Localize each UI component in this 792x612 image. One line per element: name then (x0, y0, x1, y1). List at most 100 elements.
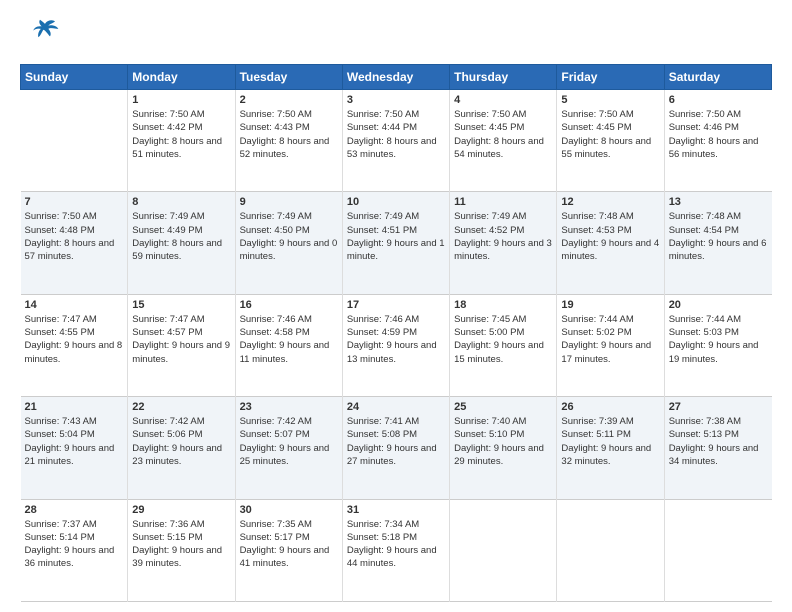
sunset: Sunset: 4:51 PM (347, 225, 417, 236)
daylight: Daylight: 9 hours and 11 minutes. (240, 340, 330, 364)
calendar-cell: 29 Sunrise: 7:36 AM Sunset: 5:15 PM Dayl… (128, 499, 235, 601)
day-number: 20 (669, 299, 768, 311)
daylight: Daylight: 8 hours and 54 minutes. (454, 136, 544, 160)
day-info: Sunrise: 7:36 AM Sunset: 5:15 PM Dayligh… (132, 518, 230, 571)
day-info: Sunrise: 7:49 AM Sunset: 4:49 PM Dayligh… (132, 210, 230, 263)
calendar-cell: 17 Sunrise: 7:46 AM Sunset: 4:59 PM Dayl… (342, 294, 449, 396)
calendar-cell: 25 Sunrise: 7:40 AM Sunset: 5:10 PM Dayl… (450, 397, 557, 499)
sunset: Sunset: 4:54 PM (669, 225, 739, 236)
sunset: Sunset: 4:45 PM (561, 122, 631, 133)
daylight: Daylight: 8 hours and 59 minutes. (132, 238, 222, 262)
day-info: Sunrise: 7:47 AM Sunset: 4:55 PM Dayligh… (25, 313, 124, 366)
day-number: 21 (25, 401, 124, 413)
day-number: 4 (454, 94, 552, 106)
daylight: Daylight: 9 hours and 39 minutes. (132, 545, 222, 569)
sunset: Sunset: 4:55 PM (25, 327, 95, 338)
sunset: Sunset: 5:18 PM (347, 532, 417, 543)
calendar-cell: 28 Sunrise: 7:37 AM Sunset: 5:14 PM Dayl… (21, 499, 128, 601)
sunset: Sunset: 4:53 PM (561, 225, 631, 236)
daylight: Daylight: 9 hours and 44 minutes. (347, 545, 437, 569)
day-info: Sunrise: 7:48 AM Sunset: 4:54 PM Dayligh… (669, 210, 768, 263)
day-info: Sunrise: 7:39 AM Sunset: 5:11 PM Dayligh… (561, 415, 659, 468)
calendar-cell: 12 Sunrise: 7:48 AM Sunset: 4:53 PM Dayl… (557, 192, 664, 294)
sunrise: Sunrise: 7:48 AM (561, 211, 633, 222)
day-number: 23 (240, 401, 338, 413)
calendar-cell: 3 Sunrise: 7:50 AM Sunset: 4:44 PM Dayli… (342, 90, 449, 192)
day-info: Sunrise: 7:49 AM Sunset: 4:50 PM Dayligh… (240, 210, 338, 263)
daylight: Daylight: 9 hours and 6 minutes. (669, 238, 767, 262)
sunrise: Sunrise: 7:49 AM (132, 211, 204, 222)
day-number: 13 (669, 196, 768, 208)
day-info: Sunrise: 7:50 AM Sunset: 4:44 PM Dayligh… (347, 108, 445, 161)
sunrise: Sunrise: 7:44 AM (669, 314, 741, 325)
day-info: Sunrise: 7:47 AM Sunset: 4:57 PM Dayligh… (132, 313, 230, 366)
sunset: Sunset: 4:58 PM (240, 327, 310, 338)
calendar-header-row: SundayMondayTuesdayWednesdayThursdayFrid… (21, 65, 772, 90)
day-info: Sunrise: 7:50 AM Sunset: 4:48 PM Dayligh… (25, 210, 124, 263)
sunset: Sunset: 4:44 PM (347, 122, 417, 133)
daylight: Daylight: 9 hours and 25 minutes. (240, 443, 330, 467)
sunrise: Sunrise: 7:46 AM (347, 314, 419, 325)
calendar-cell: 30 Sunrise: 7:35 AM Sunset: 5:17 PM Dayl… (235, 499, 342, 601)
sunset: Sunset: 4:42 PM (132, 122, 202, 133)
calendar-week-row: 7 Sunrise: 7:50 AM Sunset: 4:48 PM Dayli… (21, 192, 772, 294)
calendar-cell: 22 Sunrise: 7:42 AM Sunset: 5:06 PM Dayl… (128, 397, 235, 499)
calendar-cell: 19 Sunrise: 7:44 AM Sunset: 5:02 PM Dayl… (557, 294, 664, 396)
sunrise: Sunrise: 7:44 AM (561, 314, 633, 325)
calendar-cell: 13 Sunrise: 7:48 AM Sunset: 4:54 PM Dayl… (664, 192, 771, 294)
calendar-cell: 23 Sunrise: 7:42 AM Sunset: 5:07 PM Dayl… (235, 397, 342, 499)
day-number: 17 (347, 299, 445, 311)
daylight: Daylight: 9 hours and 15 minutes. (454, 340, 544, 364)
sunrise: Sunrise: 7:49 AM (240, 211, 312, 222)
sunrise: Sunrise: 7:41 AM (347, 416, 419, 427)
sunset: Sunset: 4:52 PM (454, 225, 524, 236)
day-number: 22 (132, 401, 230, 413)
daylight: Daylight: 9 hours and 32 minutes. (561, 443, 651, 467)
sunset: Sunset: 4:49 PM (132, 225, 202, 236)
daylight: Daylight: 8 hours and 55 minutes. (561, 136, 651, 160)
day-number: 6 (669, 94, 768, 106)
sunrise: Sunrise: 7:36 AM (132, 519, 204, 530)
sunrise: Sunrise: 7:42 AM (132, 416, 204, 427)
calendar-weekday-monday: Monday (128, 65, 235, 90)
daylight: Daylight: 9 hours and 19 minutes. (669, 340, 759, 364)
sunset: Sunset: 4:43 PM (240, 122, 310, 133)
daylight: Daylight: 9 hours and 36 minutes. (25, 545, 115, 569)
day-number: 3 (347, 94, 445, 106)
sunset: Sunset: 5:17 PM (240, 532, 310, 543)
day-number: 26 (561, 401, 659, 413)
day-number: 16 (240, 299, 338, 311)
day-number: 19 (561, 299, 659, 311)
day-info: Sunrise: 7:50 AM Sunset: 4:45 PM Dayligh… (561, 108, 659, 161)
calendar-cell: 4 Sunrise: 7:50 AM Sunset: 4:45 PM Dayli… (450, 90, 557, 192)
sunset: Sunset: 5:11 PM (561, 429, 631, 440)
day-number: 9 (240, 196, 338, 208)
calendar-cell: 8 Sunrise: 7:49 AM Sunset: 4:49 PM Dayli… (128, 192, 235, 294)
day-number: 5 (561, 94, 659, 106)
daylight: Daylight: 9 hours and 21 minutes. (25, 443, 115, 467)
sunrise: Sunrise: 7:48 AM (669, 211, 741, 222)
sunset: Sunset: 4:50 PM (240, 225, 310, 236)
calendar-cell: 1 Sunrise: 7:50 AM Sunset: 4:42 PM Dayli… (128, 90, 235, 192)
calendar-week-row: 1 Sunrise: 7:50 AM Sunset: 4:42 PM Dayli… (21, 90, 772, 192)
sunset: Sunset: 4:57 PM (132, 327, 202, 338)
day-number: 1 (132, 94, 230, 106)
logo-icon (20, 16, 70, 56)
sunrise: Sunrise: 7:35 AM (240, 519, 312, 530)
sunset: Sunset: 4:48 PM (25, 225, 95, 236)
daylight: Daylight: 8 hours and 53 minutes. (347, 136, 437, 160)
calendar-weekday-tuesday: Tuesday (235, 65, 342, 90)
sunset: Sunset: 4:45 PM (454, 122, 524, 133)
calendar-cell: 15 Sunrise: 7:47 AM Sunset: 4:57 PM Dayl… (128, 294, 235, 396)
calendar: SundayMondayTuesdayWednesdayThursdayFrid… (20, 64, 772, 602)
calendar-weekday-wednesday: Wednesday (342, 65, 449, 90)
daylight: Daylight: 9 hours and 1 minute. (347, 238, 445, 262)
sunset: Sunset: 4:59 PM (347, 327, 417, 338)
day-number: 25 (454, 401, 552, 413)
day-info: Sunrise: 7:46 AM Sunset: 4:59 PM Dayligh… (347, 313, 445, 366)
sunset: Sunset: 5:04 PM (25, 429, 95, 440)
calendar-weekday-thursday: Thursday (450, 65, 557, 90)
sunset: Sunset: 5:02 PM (561, 327, 631, 338)
calendar-cell: 9 Sunrise: 7:49 AM Sunset: 4:50 PM Dayli… (235, 192, 342, 294)
sunrise: Sunrise: 7:43 AM (25, 416, 97, 427)
